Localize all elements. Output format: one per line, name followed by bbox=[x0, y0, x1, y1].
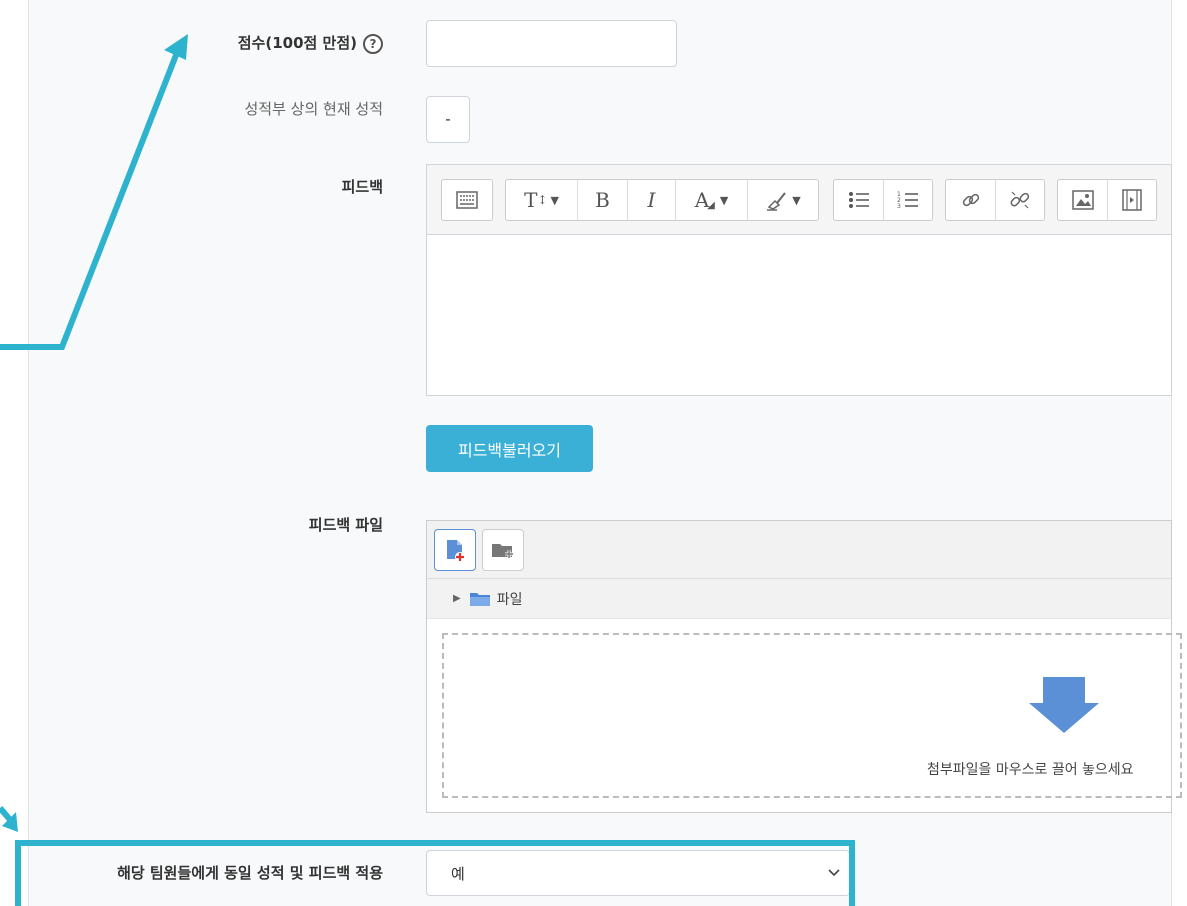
media-icon[interactable] bbox=[1108, 180, 1156, 220]
link-icon[interactable] bbox=[946, 180, 996, 220]
file-tree-row[interactable]: ▶ 파일 bbox=[427, 579, 1171, 619]
editor-toolbar: T ↕ ▼ B I A ◢ ▼ ▼ 123 bbox=[427, 165, 1171, 235]
file-manager-toolbar bbox=[427, 521, 1171, 579]
add-file-icon[interactable] bbox=[434, 529, 476, 571]
expand-triangle-icon[interactable]: ▶ bbox=[453, 593, 461, 604]
paragraph-style-icon[interactable]: T ↕ ▼ bbox=[506, 180, 578, 220]
italic-icon[interactable]: I bbox=[628, 180, 676, 220]
show-more-icon[interactable] bbox=[442, 180, 492, 220]
feedback-editor: T ↕ ▼ B I A ◢ ▼ ▼ 123 bbox=[426, 164, 1172, 396]
drop-arrow-icon bbox=[1029, 677, 1099, 733]
annotation-highlight-box bbox=[15, 840, 855, 906]
unordered-list-icon[interactable] bbox=[834, 180, 884, 220]
feedback-files-label: 피드백 파일 bbox=[308, 516, 383, 534]
help-icon[interactable]: ? bbox=[363, 33, 383, 54]
score-label: 점수(100점 만점) bbox=[237, 34, 357, 52]
drop-hint: 첨부파일을 마우스로 끌어 놓으세요 bbox=[927, 762, 1134, 778]
feedback-label: 피드백 bbox=[341, 178, 383, 196]
page: 점수(100점 만점)? 성적부 상의 현재 성적 - 피드백 T ↕ ▼ B I … bbox=[0, 0, 1187, 906]
load-feedback-button[interactable]: 피드백불러오기 bbox=[426, 425, 593, 472]
annotation-arrow-head-2-icon bbox=[2, 812, 18, 832]
toolbar-group-media bbox=[1057, 179, 1157, 221]
current-grade-value: - bbox=[426, 96, 470, 143]
score-label-row: 점수(100점 만점)? bbox=[238, 32, 383, 54]
create-folder-icon[interactable] bbox=[482, 529, 524, 571]
current-grade-label: 성적부 상의 현재 성적 bbox=[244, 100, 383, 118]
annotation-arrow-line-2 bbox=[0, 806, 15, 824]
style-glyph: T bbox=[524, 188, 538, 212]
toolbar-group-lists: 123 bbox=[833, 179, 933, 221]
toolbar-group-links bbox=[945, 179, 1045, 221]
folder-icon bbox=[469, 592, 490, 606]
toolbar-group-format: T ↕ ▼ B I A ◢ ▼ ▼ bbox=[505, 179, 819, 221]
bold-icon[interactable]: B bbox=[578, 180, 628, 220]
unlink-icon[interactable] bbox=[996, 180, 1044, 220]
ordered-list-icon[interactable]: 123 bbox=[884, 180, 932, 220]
image-icon[interactable] bbox=[1058, 180, 1108, 220]
svg-text:3: 3 bbox=[897, 203, 901, 210]
highlight-icon[interactable]: ▼ bbox=[748, 180, 818, 220]
font-color-icon[interactable]: A ◢ ▼ bbox=[676, 180, 748, 220]
file-manager: ▶ 파일 첨부파일을 마우스로 끌어 놓으세요 bbox=[426, 520, 1182, 813]
score-input[interactable] bbox=[426, 20, 677, 67]
folder-name: 파일 bbox=[496, 591, 523, 608]
toolbar-group-more bbox=[441, 179, 493, 221]
